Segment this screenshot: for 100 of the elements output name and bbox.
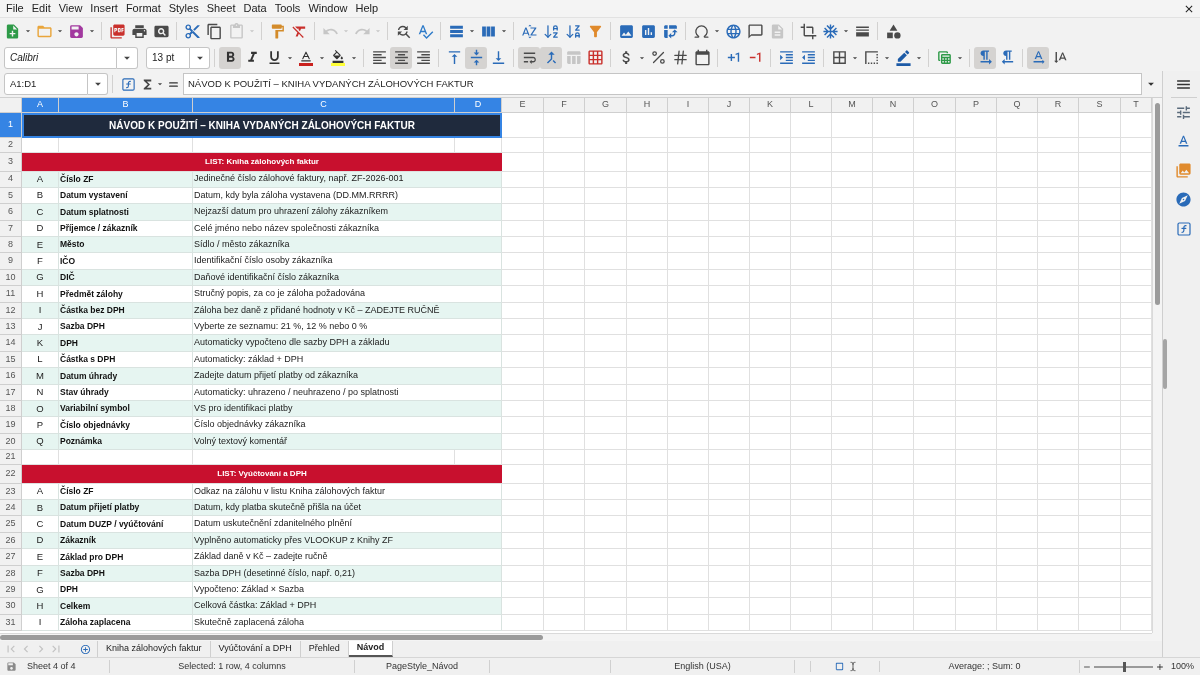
image-icon[interactable] bbox=[617, 22, 635, 40]
print-icon[interactable] bbox=[130, 22, 148, 40]
font-size-field[interactable]: 13 pt bbox=[146, 46, 190, 69]
language-text[interactable]: English (USA) bbox=[674, 659, 731, 674]
properties-icon[interactable] bbox=[1175, 104, 1192, 121]
menu-item[interactable]: Format bbox=[121, 3, 165, 14]
font-name-field[interactable]: Calibri bbox=[4, 46, 117, 69]
text-cursor-icon[interactable] bbox=[847, 661, 858, 672]
vertical-scrollbar[interactable] bbox=[1152, 98, 1162, 633]
row-header[interactable]: 3 bbox=[0, 153, 22, 172]
border-style-icon[interactable] bbox=[862, 49, 880, 66]
merge-center-button[interactable] bbox=[540, 46, 562, 69]
column-header[interactable]: K bbox=[750, 98, 791, 113]
menu-item[interactable]: Tools bbox=[270, 3, 305, 14]
column-header[interactable]: N bbox=[873, 98, 914, 113]
add-sheet-icon[interactable] bbox=[80, 643, 91, 655]
wrap-text-button[interactable] bbox=[518, 46, 540, 69]
grid-icon[interactable] bbox=[586, 49, 604, 66]
column-header[interactable]: D bbox=[455, 98, 502, 113]
bold-button[interactable] bbox=[219, 46, 241, 69]
menu-item[interactable]: Window bbox=[304, 3, 352, 14]
column-header[interactable]: G bbox=[585, 98, 627, 113]
row-header[interactable]: 22 bbox=[0, 465, 22, 484]
sort-ascending-icon[interactable] bbox=[542, 22, 560, 40]
column-header[interactable]: F bbox=[544, 98, 585, 113]
row-header[interactable]: 30 bbox=[0, 598, 22, 615]
chart-icon[interactable] bbox=[639, 22, 657, 40]
crop-icon[interactable] bbox=[799, 22, 817, 40]
indent-increase-icon[interactable] bbox=[777, 49, 795, 66]
percent-icon[interactable] bbox=[649, 49, 667, 66]
column-header[interactable]: C bbox=[193, 98, 455, 113]
scrollbar-thumb[interactable] bbox=[1155, 103, 1160, 305]
sort-descending-icon[interactable] bbox=[564, 22, 582, 40]
align-center-button[interactable] bbox=[390, 46, 412, 69]
column-header[interactable]: T bbox=[1121, 98, 1152, 113]
row-header[interactable]: 1 bbox=[0, 113, 22, 138]
calendar-icon[interactable] bbox=[693, 49, 711, 66]
menu-item[interactable]: View bbox=[54, 3, 87, 14]
row-header[interactable]: 14 bbox=[0, 335, 22, 352]
column-header[interactable]: L bbox=[791, 98, 832, 113]
scrollbar-thumb[interactable] bbox=[0, 635, 543, 640]
comment-icon[interactable] bbox=[746, 22, 764, 40]
column-header[interactable]: R bbox=[1038, 98, 1079, 113]
column-header[interactable]: B bbox=[59, 98, 193, 113]
pdf-icon[interactable] bbox=[108, 22, 126, 40]
column-header[interactable]: A bbox=[22, 98, 59, 113]
text-horizontal-button[interactable] bbox=[1027, 46, 1049, 69]
save-status-icon[interactable] bbox=[5, 661, 17, 672]
column-header[interactable]: Q bbox=[997, 98, 1038, 113]
name-box-field[interactable]: A1:D1 bbox=[4, 73, 88, 95]
pivot-table-icon[interactable] bbox=[661, 22, 679, 40]
snowflake-icon[interactable] bbox=[821, 22, 839, 40]
save-icon[interactable] bbox=[67, 22, 85, 40]
row-header[interactable]: 11 bbox=[0, 286, 22, 303]
menu-item[interactable]: Insert bbox=[86, 3, 122, 14]
column-header[interactable]: H bbox=[627, 98, 668, 113]
zoom-percentage-text[interactable]: 100% bbox=[1171, 659, 1194, 674]
number-format-icon[interactable] bbox=[671, 49, 689, 66]
column-header[interactable]: O bbox=[914, 98, 956, 113]
navigator-icon[interactable] bbox=[1175, 191, 1192, 208]
border-color-icon[interactable] bbox=[894, 49, 912, 66]
borders-icon[interactable] bbox=[830, 49, 848, 66]
row-header[interactable]: 9 bbox=[0, 253, 22, 270]
conditional-format-icon[interactable] bbox=[935, 49, 953, 66]
menu-item[interactable]: Edit bbox=[27, 3, 55, 14]
left-to-right-button[interactable] bbox=[974, 46, 996, 69]
row-header[interactable]: 13 bbox=[0, 319, 22, 336]
row-header[interactable]: 8 bbox=[0, 237, 22, 254]
highlight-color-icon[interactable] bbox=[330, 48, 346, 67]
menu-item[interactable]: Data bbox=[239, 3, 271, 14]
column-header[interactable]: M bbox=[832, 98, 873, 113]
formula-input-field[interactable]: NÁVOD K POUŽITÍ – KNIHA VYDANÝCH ZÁLOHOVÝCH FAKTUR bbox=[183, 73, 1142, 95]
menu-item[interactable]: File bbox=[2, 3, 28, 14]
cut-icon[interactable] bbox=[183, 22, 201, 40]
row-header[interactable]: 24 bbox=[0, 500, 22, 517]
omega-icon[interactable] bbox=[692, 22, 710, 40]
row-header[interactable]: 27 bbox=[0, 549, 22, 566]
copy-icon[interactable] bbox=[205, 22, 223, 40]
sort-icon[interactable] bbox=[520, 22, 538, 40]
zoom-slider-thumb[interactable] bbox=[1122, 661, 1126, 672]
row-header[interactable]: 21 bbox=[0, 450, 22, 466]
row-header[interactable]: 6 bbox=[0, 204, 22, 221]
align-middle-button[interactable] bbox=[465, 46, 487, 69]
menu-item[interactable]: Sheet bbox=[202, 3, 240, 14]
row-header[interactable]: 19 bbox=[0, 417, 22, 434]
column-header[interactable]: J bbox=[709, 98, 750, 113]
column-header[interactable]: S bbox=[1079, 98, 1121, 113]
globe-icon[interactable] bbox=[724, 22, 742, 40]
menu-item[interactable]: Styles bbox=[164, 3, 203, 14]
sidebar-collapse-handle[interactable] bbox=[1163, 339, 1167, 389]
row-header[interactable]: 16 bbox=[0, 368, 22, 385]
shapes-icon[interactable] bbox=[884, 22, 902, 40]
row-header[interactable]: 2 bbox=[0, 138, 22, 153]
functions-icon[interactable] bbox=[1175, 220, 1192, 237]
spellcheck-icon[interactable] bbox=[416, 22, 434, 40]
column-header[interactable]: I bbox=[668, 98, 709, 113]
menu-item[interactable]: Help bbox=[351, 3, 383, 14]
function-icon[interactable] bbox=[121, 76, 136, 92]
row-header[interactable]: 25 bbox=[0, 516, 22, 533]
column-header[interactable]: P bbox=[956, 98, 997, 113]
